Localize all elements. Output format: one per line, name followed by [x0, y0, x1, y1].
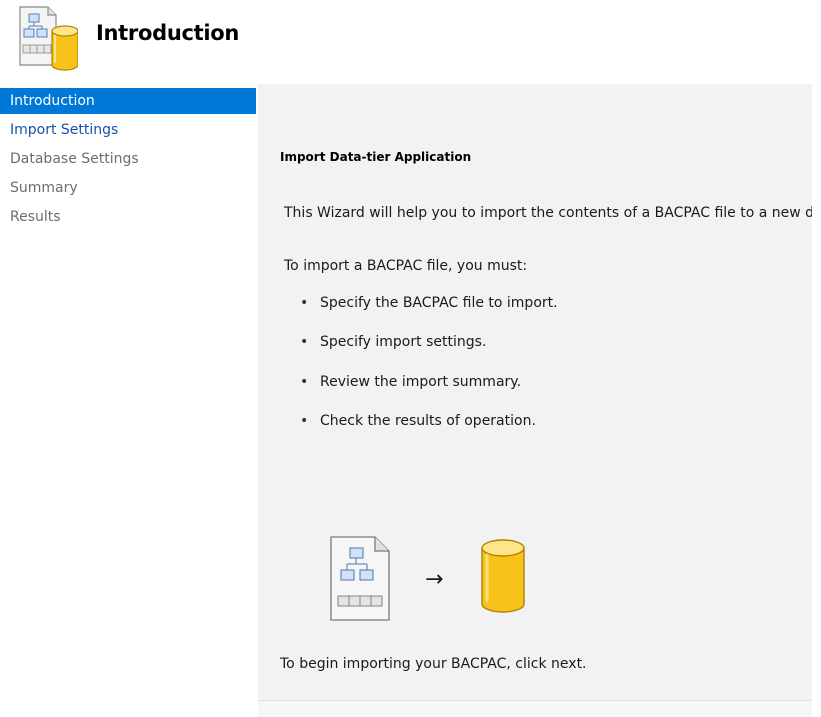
wizard-header: Introduction	[0, 0, 821, 84]
sidebar-item-summary: Summary	[10, 180, 78, 196]
next-instruction: To begin importing your BACPAC, click ne…	[280, 656, 587, 672]
steps-intro: To import a BACPAC file, you must:	[284, 258, 528, 274]
page-title: Introduction	[96, 21, 240, 45]
bullet-icon: •	[300, 374, 309, 390]
list-item: • Specify the BACPAC file to import.	[300, 295, 558, 311]
sidebar-item-results: Results	[10, 209, 61, 225]
section-title: Import Data-tier Application	[280, 150, 472, 164]
sidebar-item-import-settings[interactable]: Import Settings	[0, 117, 256, 143]
bullet-icon: •	[300, 334, 309, 350]
list-item: • Review the import summary.	[300, 374, 522, 390]
arrow-icon: →	[425, 567, 443, 592]
wizard-content-panel: Import Data-tier Application This Wizard…	[258, 84, 812, 700]
bacpac-database-icon	[19, 6, 78, 71]
list-item: • Check the results of operation.	[300, 413, 536, 429]
database-cylinder-icon	[481, 539, 525, 613]
bacpac-file-icon	[330, 536, 390, 621]
import-illustration: →	[330, 536, 525, 621]
content-bottom-strip	[258, 700, 812, 717]
bullet-icon: •	[300, 413, 309, 429]
sidebar-item-introduction[interactable]: Introduction	[0, 88, 256, 114]
sidebar-item-database-settings: Database Settings	[10, 151, 139, 167]
wizard-sidebar: Introduction Import Settings Database Se…	[0, 84, 258, 716]
bullet-icon: •	[300, 295, 309, 311]
list-item: • Specify import settings.	[300, 334, 487, 350]
wizard-description: This Wizard will help you to import the …	[284, 205, 812, 221]
